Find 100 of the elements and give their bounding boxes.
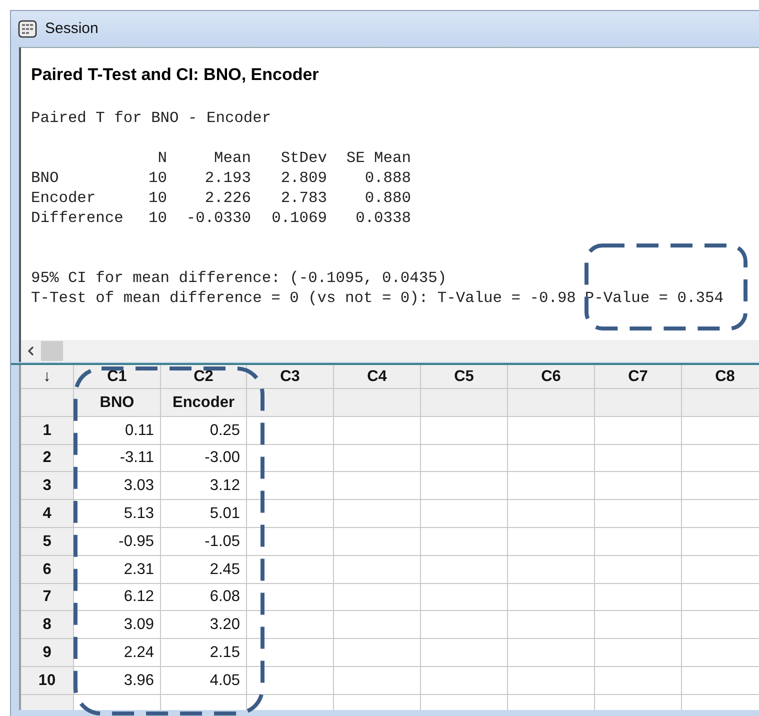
table-cell[interactable]: 3.03	[74, 472, 161, 500]
table-cell[interactable]: -0.95	[74, 528, 161, 556]
column-header[interactable]: C3	[247, 365, 334, 389]
table-cell[interactable]	[595, 472, 682, 500]
table-cell[interactable]	[508, 584, 595, 612]
table-cell[interactable]: 3.20	[161, 611, 247, 640]
row-header[interactable]: 4	[21, 500, 74, 528]
table-cell[interactable]	[334, 639, 421, 667]
table-cell[interactable]	[595, 416, 682, 445]
column-header[interactable]: C5	[421, 365, 508, 389]
table-cell[interactable]	[595, 611, 682, 640]
table-cell[interactable]	[421, 556, 508, 584]
table-cell[interactable]	[508, 611, 595, 640]
table-cell[interactable]	[247, 611, 334, 640]
row-header[interactable]: 10	[21, 666, 74, 695]
column-header[interactable]: C8	[682, 365, 759, 389]
column-name-cell[interactable]	[682, 389, 759, 417]
table-cell[interactable]	[595, 639, 682, 667]
table-cell[interactable]: 2.15	[161, 639, 247, 667]
column-name-cell[interactable]	[508, 389, 595, 417]
table-cell[interactable]	[421, 666, 508, 695]
table-cell[interactable]: 6.12	[74, 584, 161, 612]
table-cell[interactable]	[334, 444, 421, 472]
table-cell[interactable]	[508, 639, 595, 667]
table-cell[interactable]	[334, 472, 421, 500]
table-cell[interactable]	[421, 584, 508, 612]
row-header[interactable]: 2	[21, 444, 74, 472]
table-cell[interactable]	[508, 500, 595, 528]
table-cell[interactable]	[334, 611, 421, 640]
table-cell[interactable]	[334, 666, 421, 695]
stats-cell-text: 10	[148, 168, 167, 188]
name-row-header[interactable]	[21, 389, 74, 417]
table-cell[interactable]	[421, 444, 508, 472]
row-header[interactable]: 1	[21, 416, 74, 445]
stats-row-label: Difference	[31, 208, 124, 228]
row-header[interactable]: 5	[21, 528, 74, 556]
table-cell[interactable]	[421, 528, 508, 556]
table-cell[interactable]	[508, 556, 595, 584]
column-header[interactable]: C4	[334, 365, 421, 389]
column-name-cell[interactable]: Encoder	[161, 389, 247, 417]
table-cell[interactable]	[595, 666, 682, 695]
table-cell[interactable]: 3.12	[161, 472, 247, 500]
table-cell[interactable]: 5.13	[74, 500, 161, 528]
table-cell[interactable]	[247, 556, 334, 584]
column-name-cell[interactable]	[334, 389, 421, 417]
row-header[interactable]: 6	[21, 556, 74, 584]
column-header[interactable]: C2	[161, 365, 247, 389]
table-cell[interactable]	[334, 584, 421, 612]
table-cell[interactable]	[595, 584, 682, 612]
column-header[interactable]: C6	[508, 365, 595, 389]
column-name-cell[interactable]	[247, 389, 334, 417]
table-cell[interactable]	[595, 556, 682, 584]
table-cell[interactable]	[508, 666, 595, 695]
table-cell[interactable]	[247, 444, 334, 472]
row-header[interactable]: 9	[21, 639, 74, 667]
table-cell[interactable]: -3.11	[74, 444, 161, 472]
table-cell[interactable]	[421, 639, 508, 667]
table-cell[interactable]: 0.25	[161, 416, 247, 445]
table-cell[interactable]	[595, 528, 682, 556]
table-cell[interactable]	[247, 500, 334, 528]
scrollbar-thumb[interactable]	[41, 341, 63, 361]
table-cell[interactable]	[334, 500, 421, 528]
table-cell[interactable]: -1.05	[161, 528, 247, 556]
table-cell[interactable]: 5.01	[161, 500, 247, 528]
table-cell[interactable]: 2.31	[74, 556, 161, 584]
column-header[interactable]: C7	[595, 365, 682, 389]
row-header[interactable]: 7	[21, 584, 74, 612]
table-cell[interactable]	[508, 444, 595, 472]
table-cell[interactable]	[247, 416, 334, 445]
table-cell[interactable]	[508, 416, 595, 445]
table-cell[interactable]: -3.00	[161, 444, 247, 472]
table-cell[interactable]	[595, 500, 682, 528]
table-cell[interactable]	[595, 444, 682, 472]
column-name-cell[interactable]	[595, 389, 682, 417]
table-cell[interactable]: 4.05	[161, 666, 247, 695]
table-cell[interactable]	[247, 584, 334, 612]
table-cell[interactable]	[334, 416, 421, 445]
table-cell[interactable]: 0.11	[74, 416, 161, 445]
table-cell[interactable]: 6.08	[161, 584, 247, 612]
table-cell[interactable]	[421, 472, 508, 500]
row-header[interactable]: 8	[21, 611, 74, 640]
table-cell[interactable]	[334, 528, 421, 556]
table-cell[interactable]	[247, 666, 334, 695]
table-cell[interactable]	[247, 528, 334, 556]
column-name-cell[interactable]	[421, 389, 508, 417]
table-cell[interactable]	[508, 472, 595, 500]
table-cell[interactable]: 2.24	[74, 639, 161, 667]
row-header[interactable]: 3	[21, 472, 74, 500]
table-cell[interactable]	[247, 472, 334, 500]
column-name-cell[interactable]: BNO	[74, 389, 161, 417]
table-cell[interactable]	[247, 639, 334, 667]
stats-cell-text: -0.0330	[185, 208, 251, 228]
table-cell[interactable]: 2.45	[161, 556, 247, 584]
table-cell[interactable]: 3.09	[74, 611, 161, 640]
table-cell[interactable]: 3.96	[74, 666, 161, 695]
table-cell[interactable]	[508, 528, 595, 556]
table-cell[interactable]	[421, 416, 508, 445]
table-cell[interactable]	[334, 556, 421, 584]
table-cell[interactable]	[421, 611, 508, 640]
table-cell[interactable]	[421, 500, 508, 528]
